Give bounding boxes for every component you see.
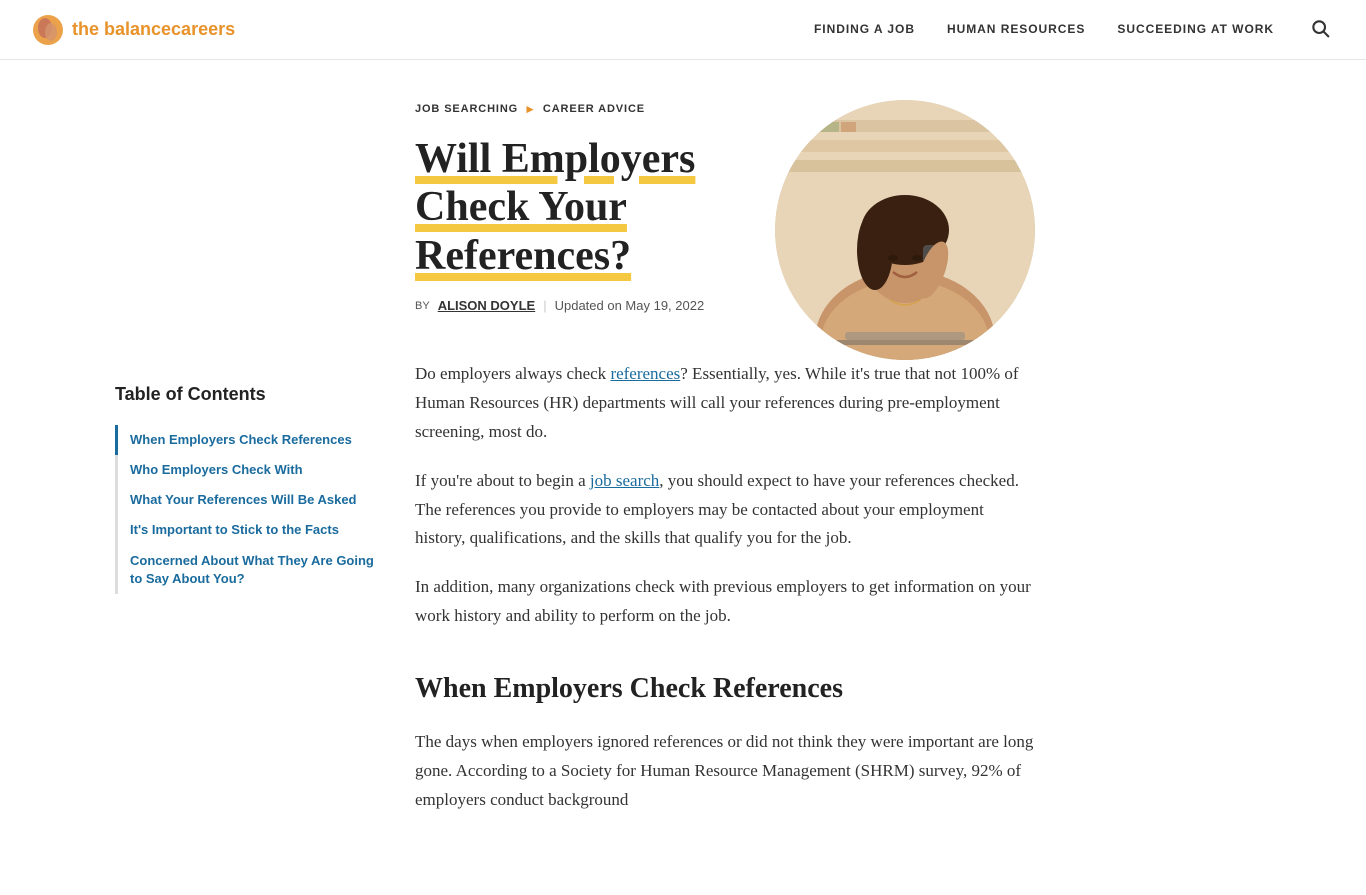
references-link[interactable]: references — [610, 364, 680, 383]
toc-link-4[interactable]: It's Important to Stick to the Facts — [130, 521, 375, 539]
breadcrumb-separator: ► — [524, 100, 537, 119]
nav-succeeding-at-work[interactable]: SUCCEEDING AT WORK — [1117, 20, 1274, 39]
main-content: JOB SEARCHING ► CAREER ADVICE Will Emplo… — [415, 100, 1035, 835]
hero-image — [775, 100, 1035, 360]
search-button[interactable] — [1306, 14, 1334, 45]
toc-item-3: What Your References Will Be Asked — [115, 485, 375, 515]
toc-item-2: Who Employers Check With — [115, 455, 375, 485]
breadcrumb: JOB SEARCHING ► CAREER ADVICE — [415, 100, 735, 119]
job-search-link[interactable]: job search — [590, 471, 659, 490]
article-intro-p1: Do employers always check references? Es… — [415, 360, 1035, 447]
author-line: BY ALISON DOYLE | Updated on May 19, 202… — [415, 296, 735, 317]
article-intro-p3: In addition, many organizations check wi… — [415, 573, 1035, 631]
hero-person-svg — [775, 100, 1035, 360]
logo-careers: careers — [171, 19, 235, 39]
author-name[interactable]: ALISON DOYLE — [438, 296, 536, 317]
toc-title: Table of Contents — [115, 380, 375, 409]
article-section1-p1: The days when employers ignored referenc… — [415, 728, 1035, 815]
breadcrumb-job-searching[interactable]: JOB SEARCHING — [415, 101, 518, 119]
article-title: Will Employers Check Your References? — [415, 135, 735, 280]
article-top: JOB SEARCHING ► CAREER ADVICE Will Emplo… — [415, 100, 1035, 360]
author-separator: | — [543, 296, 546, 317]
article-header: JOB SEARCHING ► CAREER ADVICE Will Emplo… — [415, 100, 735, 360]
logo-text: the balancecareers — [72, 15, 235, 44]
updated-date: Updated on May 19, 2022 — [555, 296, 705, 317]
toc-link-3[interactable]: What Your References Will Be Asked — [130, 491, 375, 509]
toc-item-1: When Employers Check References — [115, 425, 375, 455]
article-intro-p2: If you're about to begin a job search, y… — [415, 467, 1035, 554]
toc-item-4: It's Important to Stick to the Facts — [115, 515, 375, 545]
toc-link-2[interactable]: Who Employers Check With — [130, 461, 375, 479]
nav-finding-a-job[interactable]: FINDING A JOB — [814, 20, 915, 39]
nav-human-resources[interactable]: HUMAN RESOURCES — [947, 20, 1085, 39]
toc-item-5: Concerned About What They Are Going to S… — [115, 546, 375, 594]
search-icon — [1310, 18, 1330, 38]
page-container: Table of Contents When Employers Check R… — [83, 60, 1283, 895]
sidebar: Table of Contents When Employers Check R… — [115, 100, 375, 835]
logo-balance: the balance — [72, 19, 171, 39]
toc-list: When Employers Check References Who Empl… — [115, 425, 375, 594]
site-logo[interactable]: the balancecareers — [32, 14, 235, 46]
section1-heading: When Employers Check References — [415, 667, 1035, 712]
breadcrumb-career-advice[interactable]: CAREER ADVICE — [543, 101, 645, 119]
by-label: BY — [415, 298, 430, 316]
toc-link-1[interactable]: When Employers Check References — [130, 431, 375, 449]
site-header: the balancecareers FINDING A JOB HUMAN R… — [0, 0, 1366, 60]
toc-link-5[interactable]: Concerned About What They Are Going to S… — [130, 552, 375, 588]
logo-icon — [32, 14, 64, 46]
main-nav: FINDING A JOB HUMAN RESOURCES SUCCEEDING… — [814, 14, 1334, 45]
